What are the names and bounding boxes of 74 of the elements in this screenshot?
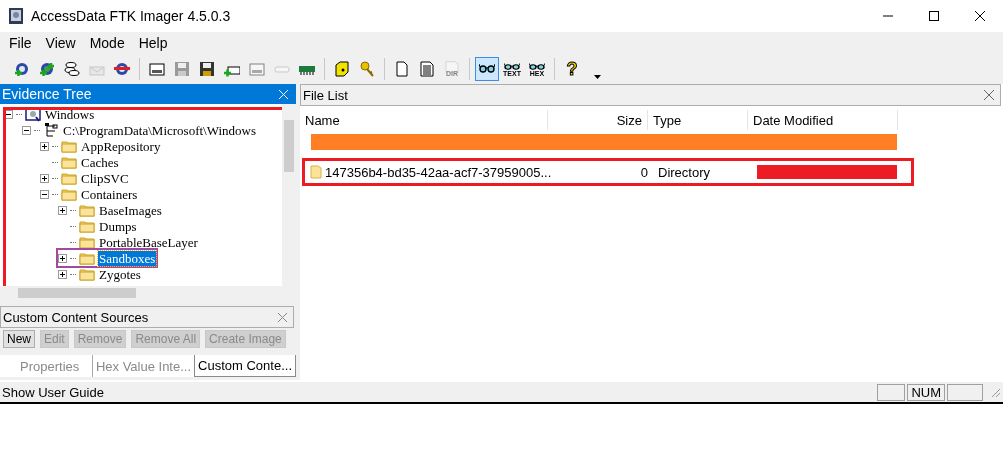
menu-item[interactable]: Mode	[82, 35, 132, 51]
toolbar-button[interactable]	[475, 57, 499, 81]
tree-item[interactable]: PortableBaseLayer	[98, 234, 199, 250]
glasses-icon	[529, 61, 545, 73]
drive-icon	[249, 61, 265, 77]
column-header[interactable]: Name	[300, 110, 548, 130]
tab[interactable]: Properties	[0, 355, 92, 377]
tree-item[interactable]: BaseImages	[98, 202, 163, 218]
collapse-icon[interactable]	[4, 109, 13, 119]
menu-item[interactable]: View	[38, 35, 83, 51]
panel-title: File List	[303, 87, 349, 103]
window-title: AccessData FTK Imager 4.5.0.3	[31, 8, 232, 24]
table-cell-text: Directory	[657, 164, 711, 180]
status-indicator: NUM	[907, 383, 945, 401]
menu-item[interactable]: File	[2, 35, 39, 51]
tree-item[interactable]: Windows	[44, 106, 96, 122]
column-header[interactable]: Date Modified	[748, 110, 898, 130]
table-cell-text: 0	[639, 164, 649, 180]
expand-icon[interactable]	[58, 205, 67, 215]
collapse-icon[interactable]	[40, 189, 49, 199]
close-icon	[975, 11, 985, 21]
expand-icon[interactable]	[58, 253, 67, 263]
tree-item[interactable]: C:\ProgramData\Microsoft\Windows	[62, 122, 257, 138]
maximize-icon	[929, 11, 939, 21]
resize-grip-icon	[989, 386, 1001, 398]
text-page-icon	[419, 61, 435, 77]
column-header[interactable]: Size	[548, 110, 648, 130]
action-button[interactable]: New	[3, 330, 35, 348]
tree-item[interactable]: Sandboxes	[98, 250, 157, 266]
panel-title: Evidence Tree	[2, 86, 93, 102]
disc-stack-icon	[64, 61, 80, 77]
caret-icon	[593, 75, 601, 79]
folder-icon	[79, 202, 95, 218]
tree-item[interactable]: ClipSVC	[80, 170, 130, 186]
folder-icon	[61, 138, 77, 154]
folder-icon	[79, 218, 95, 234]
tree-root-icon	[43, 122, 59, 138]
tree-item[interactable]: Zygotes	[98, 266, 142, 282]
glasses-icon	[504, 61, 520, 73]
status-panel	[947, 383, 983, 401]
help-icon: ?	[566, 59, 578, 79]
close-button[interactable]	[984, 90, 994, 100]
collapse-icon[interactable]	[22, 125, 31, 135]
app-drive-icon	[8, 7, 24, 25]
folder-icon	[310, 165, 322, 179]
folder-icon	[61, 186, 77, 202]
menu-item[interactable]: Help	[131, 35, 175, 51]
close-icon	[279, 89, 288, 99]
drive-icon	[149, 61, 165, 77]
page-icon	[444, 61, 460, 73]
folder-icon	[61, 154, 77, 170]
file-name[interactable]: 147356b4-bd35-42aa-acf7-37959005...	[325, 164, 552, 180]
expand-icon[interactable]	[40, 173, 49, 183]
status-panel	[877, 383, 906, 401]
tab[interactable]: Custom Conte...	[194, 355, 296, 377]
tree-item[interactable]: Containers	[80, 186, 139, 202]
status-text: Show User Guide	[2, 384, 105, 400]
folder-icon	[79, 266, 95, 282]
page-icon	[394, 61, 410, 77]
folder-icon	[61, 170, 77, 186]
expand-icon[interactable]	[58, 269, 67, 279]
panel-title: Custom Content Sources	[3, 309, 150, 325]
tree-item[interactable]: Dumps	[98, 218, 138, 234]
key-icon	[359, 61, 375, 77]
close-icon	[984, 90, 994, 100]
tree-item[interactable]: Caches	[80, 154, 120, 170]
folder-icon	[79, 250, 95, 266]
column-header[interactable]: Type	[648, 110, 748, 130]
close-button[interactable]	[278, 312, 287, 322]
folder-icon	[79, 234, 95, 250]
box-icon	[334, 61, 350, 77]
tree-item[interactable]: AppRepository	[80, 138, 162, 154]
close-icon	[278, 312, 287, 322]
expand-icon[interactable]	[40, 141, 49, 151]
